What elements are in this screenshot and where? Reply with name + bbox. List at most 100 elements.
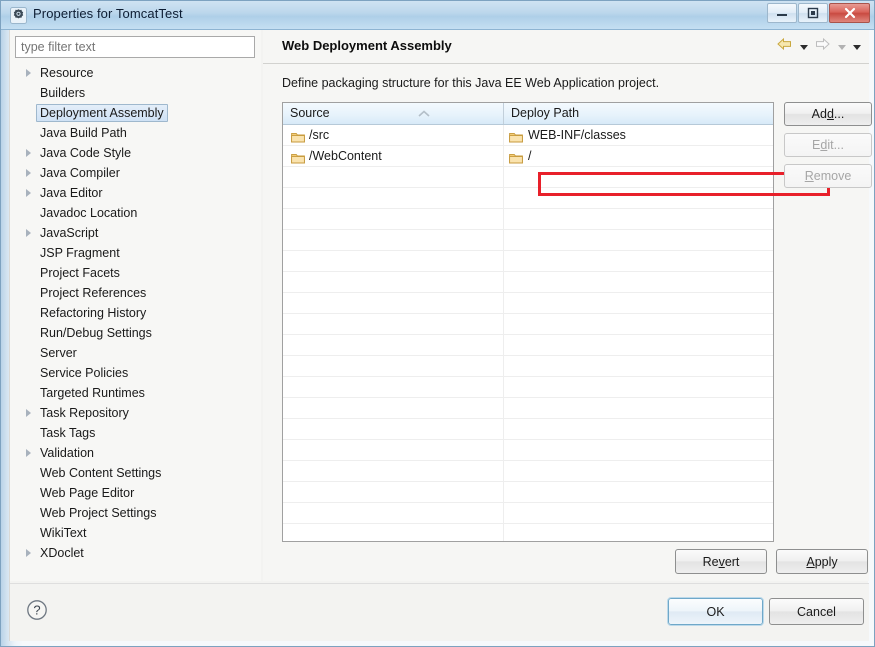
cell-deploy-path [504,188,773,208]
sidebar-item-service-policies[interactable]: Service Policies [10,363,261,383]
ok-button[interactable]: OK [667,597,764,626]
column-header-source[interactable]: Source [283,103,504,124]
sidebar-item-task-tags[interactable]: Task Tags [10,423,261,443]
sidebar-item-label: Task Repository [40,406,129,420]
sidebar-item-javascript[interactable]: JavaScript [10,223,261,243]
table-row-empty[interactable] [283,419,773,440]
table-row-empty[interactable] [283,293,773,314]
cell-source [283,209,504,229]
maximize-button[interactable] [798,3,828,23]
expand-triangle-icon[interactable] [26,169,31,177]
cell-source [283,230,504,250]
expand-triangle-icon[interactable] [26,149,31,157]
back-arrow-icon[interactable] [777,37,792,56]
cell-source [283,377,504,397]
help-question-icon[interactable]: ? [26,599,48,621]
sidebar-item-label: Targeted Runtimes [40,386,145,400]
sidebar-item-label: Resource [40,66,94,80]
sidebar-item-java-code-style[interactable]: Java Code Style [10,143,261,163]
expand-triangle-icon[interactable] [26,229,31,237]
cell-source [283,461,504,481]
expand-triangle-icon[interactable] [26,549,31,557]
sidebar-item-deployment-assembly[interactable]: Deployment Assembly [10,103,261,123]
sidebar-item-resource[interactable]: Resource [10,63,261,83]
sidebar-item-task-repository[interactable]: Task Repository [10,403,261,423]
minimize-button[interactable] [767,3,797,23]
sidebar-item-web-project-settings[interactable]: Web Project Settings [10,503,261,523]
cell-source [283,188,504,208]
sidebar-item-wikitext[interactable]: WikiText [10,523,261,543]
cell-deploy-path-label: / [528,149,532,163]
sidebar-item-targeted-runtimes[interactable]: Targeted Runtimes [10,383,261,403]
table-row-empty[interactable] [283,461,773,482]
table-row-empty[interactable] [283,356,773,377]
table-row-empty[interactable] [283,230,773,251]
sidebar-item-label: JavaScript [40,226,99,240]
cell-source [283,398,504,418]
cell-source [283,293,504,313]
sidebar-item-builders[interactable]: Builders [10,83,261,103]
sidebar-item-run-debug-settings[interactable]: Run/Debug Settings [10,323,261,343]
folder-icon [509,129,523,143]
sidebar-item-label: Web Project Settings [40,506,157,520]
expand-triangle-icon[interactable] [26,69,31,77]
table-row-empty[interactable] [283,377,773,398]
table-row-empty[interactable] [283,335,773,356]
sidebar-item-java-editor[interactable]: Java Editor [10,183,261,203]
folder-icon [291,150,305,164]
sidebar-item-jsp-fragment[interactable]: JSP Fragment [10,243,261,263]
sidebar-item-javadoc-location[interactable]: Javadoc Location [10,203,261,223]
cell-source [283,482,504,502]
sidebar-item-java-compiler[interactable]: Java Compiler [10,163,261,183]
sidebar-item-refactoring-history[interactable]: Refactoring History [10,303,261,323]
revert-button[interactable]: Revert [675,549,767,574]
sidebar-item-web-content-settings[interactable]: Web Content Settings [10,463,261,483]
add-button[interactable]: Add... [784,102,872,126]
table-row-empty[interactable] [283,503,773,524]
cell-deploy-path [504,482,773,502]
settings-tree[interactable]: Resource Builders Deployment Assembly Java … [10,63,261,581]
sidebar-item-xdoclet[interactable]: XDoclet [10,543,261,563]
sidebar-item-project-facets[interactable]: Project Facets [10,263,261,283]
table-row-empty[interactable] [283,251,773,272]
back-history-chevron-down-icon[interactable] [799,45,808,50]
table-row-empty[interactable] [283,188,773,209]
expand-triangle-icon[interactable] [26,449,31,457]
filter-input[interactable] [15,36,255,58]
table-row-empty[interactable] [283,167,773,188]
sidebar-item-web-page-editor[interactable]: Web Page Editor [10,483,261,503]
apply-button[interactable]: Apply [776,549,868,574]
sidebar-item-java-build-path[interactable]: Java Build Path [10,123,261,143]
cancel-button[interactable]: Cancel [769,598,864,625]
svg-text:?: ? [33,603,40,618]
sidebar-item-validation[interactable]: Validation [10,443,261,463]
sidebar-item-label: Service Policies [40,366,129,380]
table-row[interactable]: /WebContent / [283,146,773,167]
view-menu-chevron-down-icon[interactable] [853,45,861,50]
expand-triangle-icon[interactable] [26,189,31,197]
table-row-empty[interactable] [283,440,773,461]
cell-source: /WebContent [283,146,504,166]
cell-source-label: /WebContent [309,149,382,163]
sidebar-item-label: Web Page Editor [40,486,135,500]
close-button[interactable] [829,3,870,23]
table-row-empty[interactable] [283,314,773,335]
table-row-empty[interactable] [283,524,773,541]
table-row-empty[interactable] [283,209,773,230]
sidebar-item-label: Builders [40,86,86,100]
table-row-empty[interactable] [283,482,773,503]
folder-icon [291,129,305,143]
column-header-deploy-path[interactable]: Deploy Path [504,103,773,124]
cell-deploy-path [504,461,773,481]
table-row-empty[interactable] [283,272,773,293]
table-row[interactable]: /src WEB-INF/classes [283,125,773,146]
deployment-assembly-table[interactable]: Source Deploy Path /src WEB-INF/classes/W… [282,102,774,542]
table-row-empty[interactable] [283,398,773,419]
sidebar-item-project-references[interactable]: Project References [10,283,261,303]
sidebar-item-server[interactable]: Server [10,343,261,363]
forward-arrow-icon [815,37,830,56]
dialog-footer: ? OK Cancel [10,583,869,641]
cell-source [283,440,504,460]
cell-deploy-path [504,251,773,271]
expand-triangle-icon[interactable] [26,409,31,417]
